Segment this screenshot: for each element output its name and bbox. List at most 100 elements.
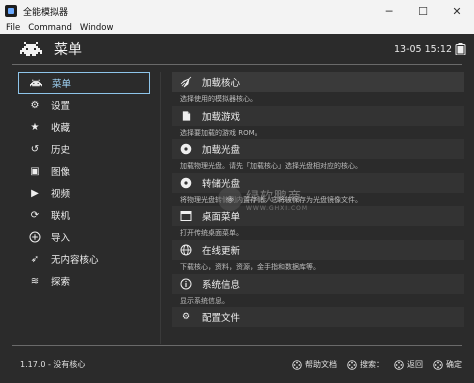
watermark-title: 绿软鹏商: [246, 190, 303, 205]
clock: 13-05 15:12: [393, 44, 452, 55]
sidebar-item-label: 菜单: [52, 79, 72, 90]
control-hints: 帮助文档 搜索： 返回 确定: [282, 359, 462, 370]
version-label: 1.17.0 - 没有核心: [20, 360, 86, 369]
footer: 1.17.0 - 没有核心 帮助文档 搜索： 返回 确定: [0, 346, 474, 383]
menu-entry-system-info[interactable]: 系统信息 显示系统信息。: [172, 273, 464, 308]
menu-entry-dump-disc[interactable]: 转储光盘 将物理光盘转储到内置存储。它将被保存为光盘镜像文件。: [172, 172, 464, 207]
sidebar-item-label: 图像: [51, 167, 71, 178]
menu-entry-load-content[interactable]: 加载游戏 选择要加载的游戏 ROM。: [172, 105, 464, 140]
history-icon: ↺: [30, 143, 40, 155]
sidebar-item-label: 无内容核心: [51, 255, 99, 266]
page-title: 菜单: [54, 42, 82, 58]
dump-disc-icon: [180, 177, 192, 189]
menubar: File Command Window: [0, 22, 474, 34]
entry-header: 加载核心: [172, 72, 464, 92]
sidebar-item-contentless-cores[interactable]: ➶ 无内容核心: [18, 248, 150, 270]
sidebar-item-explore[interactable]: ≋ 探索: [18, 270, 150, 292]
menu-entry-online-updater[interactable]: 在线更新 下载核心，资料，资源，金手指和数据库等。: [172, 239, 464, 274]
header-divider: [12, 64, 462, 65]
entry-description: 打开传统桌面菜单。: [180, 229, 243, 238]
entry-header: 系统信息: [172, 273, 464, 294]
hint-search[interactable]: 搜索：: [347, 359, 384, 370]
maximize-button[interactable]: ☐: [406, 0, 440, 22]
entry-header: 加载游戏: [172, 105, 464, 126]
menu-entry-desktop-menu[interactable]: 桌面菜单 打开传统桌面菜单。: [172, 206, 464, 240]
entry-label: 配置文件: [202, 313, 241, 325]
entry-header: ⚙ 配置文件: [172, 307, 464, 328]
minimize-button[interactable]: ─: [372, 0, 406, 22]
entry-header: 加载光盘: [172, 139, 464, 160]
close-button[interactable]: ✕: [440, 0, 474, 22]
sidebar-item-settings[interactable]: ⚙ 设置: [18, 94, 150, 116]
sidebar-item-label: 历史: [51, 145, 71, 156]
disc-icon: [180, 143, 192, 155]
entry-description: 下载核心，资料，资源，金手指和数据库等。: [180, 262, 320, 271]
sidebar-item-favorites[interactable]: ★ 收藏: [18, 116, 150, 138]
window-titlebar: 全能模拟器 ─ ☐ ✕: [0, 0, 474, 22]
sidebar: 菜单 ⚙ 设置 ★ 收藏 ↺ 历史 ▣ 图像 ▶ 视频 ⟳ 联机 导入 ➶ 无内…: [18, 72, 150, 292]
globe-icon: [180, 244, 192, 256]
gear-icon: ⚙: [30, 99, 40, 111]
watermark-logo-icon: ◈: [218, 187, 242, 211]
menu-window[interactable]: Window: [80, 23, 114, 33]
header: 菜单 13-05 15:12: [0, 34, 474, 64]
hint-label: 帮助文档: [305, 360, 337, 369]
sidebar-item-images[interactable]: ▣ 图像: [18, 160, 150, 182]
hint-back[interactable]: 返回: [394, 359, 423, 370]
menu-entry-load-core[interactable]: 加载核心 选择使用的模拟器核心。: [172, 72, 464, 106]
database-icon: ≋: [30, 275, 40, 287]
sidebar-item-label: 收藏: [51, 123, 71, 134]
sidebar-divider: [160, 72, 161, 344]
config-icon: ⚙: [181, 312, 191, 323]
app-icon: [5, 5, 17, 17]
video-icon: ▶: [31, 187, 39, 199]
entry-description: 显示系统信息。: [180, 296, 229, 305]
help-icon: [292, 359, 302, 370]
sidebar-item-label: 设置: [51, 101, 71, 112]
hint-ok[interactable]: 确定: [433, 359, 462, 370]
entry-label: 加载游戏: [202, 111, 241, 123]
entry-label: 加载核心: [202, 78, 241, 89]
entry-label: 在线更新: [202, 245, 241, 257]
window-controls: ─ ☐ ✕: [372, 0, 474, 22]
menu-command[interactable]: Command: [28, 23, 72, 33]
rocket-icon: ➶: [30, 253, 40, 265]
sidebar-item-label: 导入: [51, 233, 71, 244]
entry-label: 加载光盘: [202, 145, 241, 157]
sidebar-item-netplay[interactable]: ⟳ 联机: [18, 204, 150, 226]
menu-entry-load-disc[interactable]: 加载光盘 加载物理光盘。请先「加载核心」选择光盘相对应的核心。: [172, 139, 464, 173]
sidebar-item-import[interactable]: 导入: [18, 226, 150, 248]
watermark-url: WWW.GHXI.COM: [246, 205, 309, 212]
add-icon: [29, 231, 41, 243]
window-title: 全能模拟器: [23, 7, 69, 18]
hint-help[interactable]: 帮助文档: [292, 359, 337, 370]
entry-header: 在线更新: [172, 239, 464, 260]
watermark: ◈ 绿软鹏商 WWW.GHXI.COM: [218, 186, 308, 212]
menu-file[interactable]: File: [6, 23, 20, 33]
entry-label: 系统信息: [202, 279, 241, 291]
watermark-text: 绿软鹏商 WWW.GHXI.COM: [246, 186, 308, 212]
entry-description: 选择使用的模拟器核心。: [180, 95, 257, 103]
netplay-icon: ⟳: [30, 209, 40, 221]
app-content: 菜单 13-05 15:12 菜单 ⚙ 设置 ★ 收藏 ↺ 历史 ▣ 图像 ▶ …: [0, 34, 474, 383]
image-icon: ▣: [30, 165, 40, 177]
desktop-menu-icon: [180, 210, 192, 222]
entry-description: 加载物理光盘。请先「加载核心」选择光盘相对应的核心。: [180, 162, 362, 171]
sidebar-item-history[interactable]: ↺ 历史: [18, 138, 150, 160]
sidebar-item-label: 联机: [51, 211, 71, 222]
back-icon: [394, 359, 404, 370]
search-icon: [347, 359, 357, 370]
hint-label: 搜索：: [360, 360, 384, 369]
main-menu-list: 加载核心 选择使用的模拟器核心。 加载游戏 选择要加载的游戏 ROM。 加载光盘…: [172, 72, 464, 341]
battery-icon: [455, 43, 466, 55]
space-invader-icon: [20, 42, 42, 56]
hint-label: 返回: [407, 360, 423, 369]
sidebar-item-videos[interactable]: ▶ 视频: [18, 182, 150, 204]
info-icon: [180, 278, 192, 290]
sidebar-item-menu[interactable]: 菜单: [18, 72, 150, 94]
menu-entry-config-file[interactable]: ⚙ 配置文件: [172, 307, 464, 341]
core-icon: [180, 76, 192, 88]
sidebar-item-label: 探索: [51, 277, 71, 288]
hint-label: 确定: [446, 360, 462, 369]
file-icon: [180, 110, 192, 122]
